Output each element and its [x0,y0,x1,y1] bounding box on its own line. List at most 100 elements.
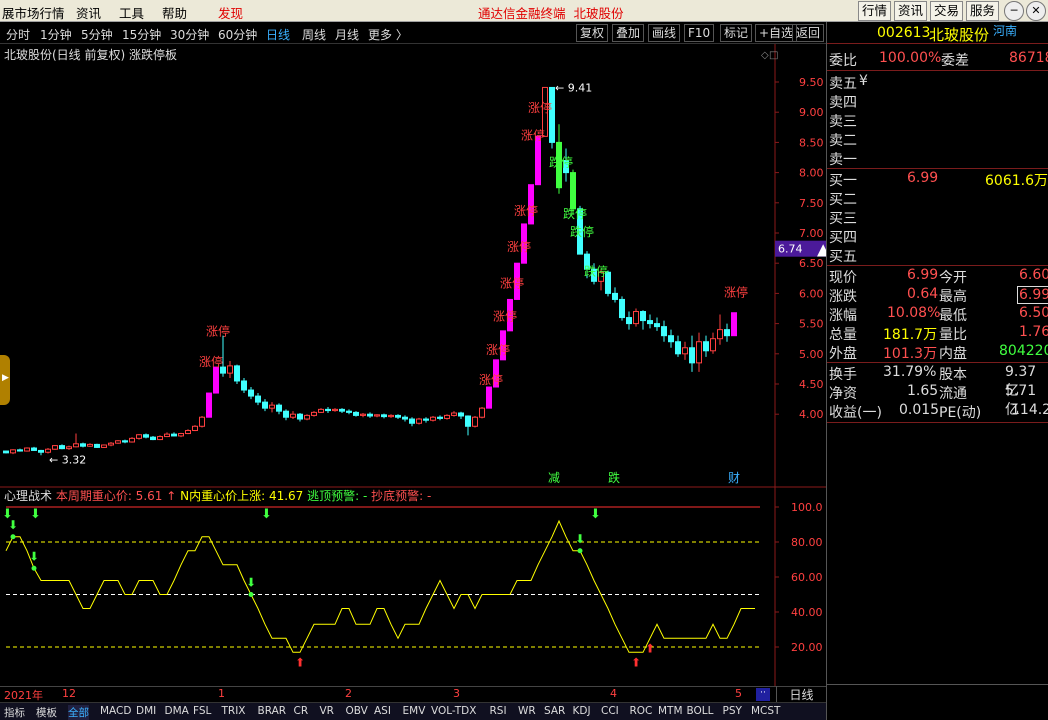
candle-body [297,413,303,420]
candle-body [206,392,212,418]
overlay-button[interactable]: 叠加 [612,24,645,42]
corner-box-icon: □ [769,50,778,61]
menu-news[interactable]: 资讯 [76,3,101,22]
capital-label: 股本 [939,367,967,383]
candle-body [675,341,681,355]
news-button[interactable]: 资讯 [894,1,928,21]
limit-up-label: 涨停 [486,342,510,357]
candle-body [59,445,65,450]
period-daily[interactable]: 日线 [266,26,290,43]
tab-fsl[interactable]: FSL [193,705,211,717]
tab-wr[interactable]: WR [518,705,536,717]
back-button[interactable]: 返回 [792,24,825,42]
add-watchlist-button[interactable]: +自选 [755,24,798,42]
period-tick[interactable]: 分时 [6,26,30,43]
trade-button[interactable]: 交易 [930,1,964,21]
sell-dot [31,565,37,571]
tab-asi[interactable]: ASI [374,705,391,717]
tab-brar[interactable]: BRAR [258,705,287,717]
candle-body [353,411,359,416]
close-icon[interactable]: ✕ [1026,1,1046,21]
tab-mtm[interactable]: MTM [658,705,683,717]
tab-obv[interactable]: OBV [346,705,368,717]
high-label: 最高 [939,289,967,305]
period-weekly[interactable]: 周线 [302,26,326,43]
tab-cr[interactable]: CR [294,705,309,717]
tab-roc[interactable]: ROC [630,705,653,717]
tab-indicator[interactable]: 指标 [4,705,25,720]
period-1min[interactable]: 1分钟 [40,26,72,43]
candle-body [122,440,128,443]
menu-help[interactable]: 帮助 [162,3,187,22]
sell-arrow-icon: ⬇ [246,576,256,590]
candle-body [416,418,422,424]
period-30min[interactable]: 30分钟 [170,26,209,43]
volume-value: 181.7万 [883,327,938,343]
mark-button[interactable]: 标记 [720,24,753,42]
tab-macd[interactable]: MACD [100,705,131,717]
timeline-4: 4 [610,687,617,700]
period-more[interactable]: 更多 〉 [368,26,408,43]
inner-label: 内盘 [939,346,967,362]
period-5min[interactable]: 5分钟 [81,26,113,43]
quote-button[interactable]: 行情 [858,1,892,21]
candle-body [157,436,163,441]
sell5-label: 卖五 [829,76,857,92]
candle-body [710,338,716,352]
scroll-end-icon[interactable]: ·· [756,688,770,701]
service-button[interactable]: 服务 [966,1,1000,21]
tab-psy[interactable]: PSY [723,705,742,717]
price-tick-label: 4.50 [799,378,824,391]
f10-button[interactable]: F10 [684,24,715,42]
turnover-label: 换手 [829,367,857,383]
menu-market[interactable]: 展市场行情 [2,3,65,22]
buy5-label: 买五 [829,249,857,265]
tab-vol-tdx[interactable]: VOL-TDX [431,705,476,717]
tab-template[interactable]: 模板 [36,705,57,720]
candle-body [234,365,240,382]
period-monthly[interactable]: 月线 [335,26,359,43]
limit-up-label: 涨停 [206,324,230,339]
tab-dmi[interactable]: DMI [136,705,156,717]
period-15min[interactable]: 15分钟 [122,26,161,43]
side-collapse-handle[interactable]: ▶ [0,355,10,405]
candle-body [66,446,72,450]
candle-body [409,418,415,424]
period-60min[interactable]: 60分钟 [218,26,257,43]
tab-cci[interactable]: CCI [601,705,619,717]
tab-vr[interactable]: VR [320,705,334,717]
price-tick-label: 5.50 [799,318,824,331]
chart-area[interactable]: ◇ □ 9.50 9.00 8.50 8.00 7.50 7.00 6.50 6.00 5.50 5.… [0,44,826,720]
buy1-price: 6.99 [907,170,939,186]
draw-button[interactable]: 画线 [648,24,681,42]
candle-body [185,430,191,435]
adjust-button[interactable]: 复权 [576,24,609,42]
indicator-tick-label: 60.00 [791,571,823,584]
buy1-volume: 6061.6万 [985,173,1048,189]
menu-tools[interactable]: 工具 [119,3,144,22]
tab-all[interactable]: 全部 [68,705,89,720]
minimize-icon[interactable]: ─ [1004,1,1024,21]
period-tag[interactable]: 日线 [776,686,826,703]
candle-body [465,415,471,427]
menu-discover[interactable]: 发现 [218,3,243,22]
tab-trix[interactable]: TRIX [222,705,246,717]
volume-label: 总量 [829,327,857,343]
tab-mcst[interactable]: MCST [751,705,780,717]
period-toolbar: 分时 1分钟 5分钟 15分钟 30分钟 60分钟 日线 周线 月线 更多 〉 … [0,22,826,44]
high-price-label: ← 9.41 [555,81,592,94]
candle-body [682,347,688,355]
tab-rsi[interactable]: RSI [490,705,507,717]
price-value: 6.99 [907,267,939,283]
candle-body [38,449,44,453]
candle-body [108,442,114,446]
tab-dma[interactable]: DMA [165,705,189,717]
eps-value: 0.015 [899,402,940,418]
low-price-label: ← 3.32 [49,453,86,466]
chevron-right-icon[interactable]: ▶ [2,373,9,383]
tab-emv[interactable]: EMV [403,705,426,717]
limit-up-label: 涨停 [199,354,223,369]
tab-boll[interactable]: BOLL [687,705,714,717]
tab-sar[interactable]: SAR [544,705,565,717]
tab-kdj[interactable]: KDJ [573,705,591,717]
